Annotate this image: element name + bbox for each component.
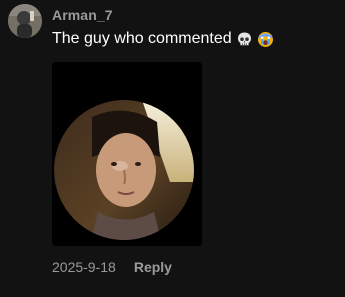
reply-button[interactable]: Reply xyxy=(134,259,172,275)
username[interactable]: Arman_7 xyxy=(52,7,113,23)
comment-meta: 2025-9-18 Reply xyxy=(52,259,172,275)
portrait-photo xyxy=(52,62,202,246)
skull-emoji-icon xyxy=(236,31,253,48)
comment-item: Arman_7 The guy who commented 2025-9-18 … xyxy=(0,0,345,297)
avatar-image xyxy=(8,4,42,38)
comment-text: The guy who commented xyxy=(52,30,274,48)
avatar[interactable] xyxy=(8,4,42,38)
comment-date: 2025-9-18 xyxy=(52,259,116,275)
comment-text-body: The guy who commented xyxy=(52,30,232,47)
crying-face-emoji-icon xyxy=(257,31,274,48)
attached-image[interactable] xyxy=(52,62,202,246)
